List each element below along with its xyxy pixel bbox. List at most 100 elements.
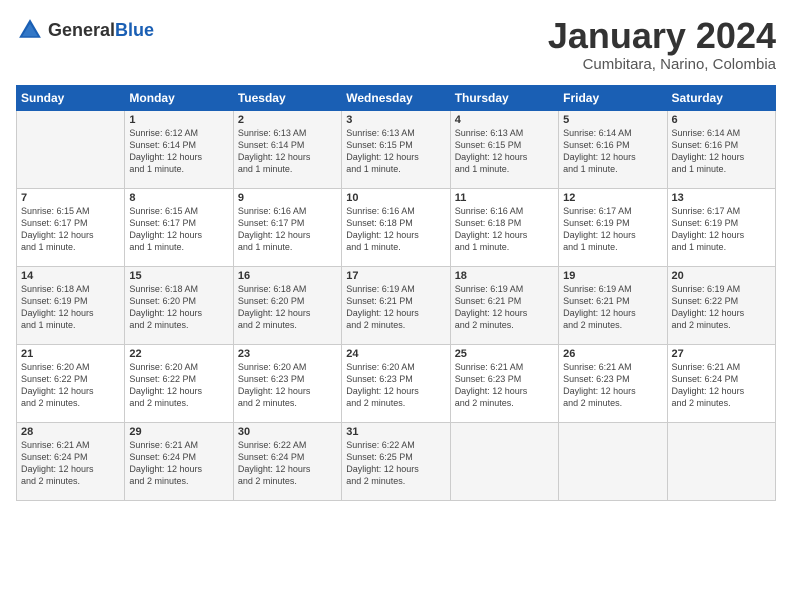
logo-icon [16, 16, 44, 44]
month-title: January 2024 [548, 16, 776, 56]
table-row: 8Sunrise: 6:15 AMSunset: 6:17 PMDaylight… [125, 188, 233, 266]
page-container: GeneralBlue January 2024 Cumbitara, Nari… [0, 0, 792, 511]
day-info: Sunrise: 6:21 AMSunset: 6:23 PMDaylight:… [455, 361, 554, 410]
calendar-week-row: 1Sunrise: 6:12 AMSunset: 6:14 PMDaylight… [17, 110, 776, 188]
header-thursday: Thursday [450, 85, 558, 110]
table-row: 27Sunrise: 6:21 AMSunset: 6:24 PMDayligh… [667, 344, 775, 422]
day-info: Sunrise: 6:19 AMSunset: 6:21 PMDaylight:… [563, 283, 662, 332]
table-row: 4Sunrise: 6:13 AMSunset: 6:15 PMDaylight… [450, 110, 558, 188]
header: GeneralBlue January 2024 Cumbitara, Nari… [16, 16, 776, 73]
calendar-week-row: 14Sunrise: 6:18 AMSunset: 6:19 PMDayligh… [17, 266, 776, 344]
day-info: Sunrise: 6:20 AMSunset: 6:23 PMDaylight:… [238, 361, 337, 410]
table-row: 18Sunrise: 6:19 AMSunset: 6:21 PMDayligh… [450, 266, 558, 344]
day-number: 29 [129, 426, 228, 438]
logo-blue-text: Blue [115, 20, 154, 40]
table-row: 25Sunrise: 6:21 AMSunset: 6:23 PMDayligh… [450, 344, 558, 422]
table-row: 11Sunrise: 6:16 AMSunset: 6:18 PMDayligh… [450, 188, 558, 266]
header-sunday: Sunday [17, 85, 125, 110]
day-info: Sunrise: 6:16 AMSunset: 6:17 PMDaylight:… [238, 205, 337, 254]
table-row: 19Sunrise: 6:19 AMSunset: 6:21 PMDayligh… [559, 266, 667, 344]
table-row: 30Sunrise: 6:22 AMSunset: 6:24 PMDayligh… [233, 422, 341, 500]
day-info: Sunrise: 6:13 AMSunset: 6:15 PMDaylight:… [455, 127, 554, 176]
calendar-week-row: 21Sunrise: 6:20 AMSunset: 6:22 PMDayligh… [17, 344, 776, 422]
header-friday: Friday [559, 85, 667, 110]
day-number: 22 [129, 348, 228, 360]
day-number: 14 [21, 270, 120, 282]
title-block: January 2024 Cumbitara, Narino, Colombia [548, 16, 776, 73]
table-row: 31Sunrise: 6:22 AMSunset: 6:25 PMDayligh… [342, 422, 450, 500]
day-info: Sunrise: 6:21 AMSunset: 6:24 PMDaylight:… [672, 361, 771, 410]
day-info: Sunrise: 6:22 AMSunset: 6:24 PMDaylight:… [238, 439, 337, 488]
table-row [559, 422, 667, 500]
day-number: 15 [129, 270, 228, 282]
day-number: 4 [455, 114, 554, 126]
table-row: 3Sunrise: 6:13 AMSunset: 6:15 PMDaylight… [342, 110, 450, 188]
day-number: 31 [346, 426, 445, 438]
day-info: Sunrise: 6:20 AMSunset: 6:22 PMDaylight:… [21, 361, 120, 410]
day-info: Sunrise: 6:14 AMSunset: 6:16 PMDaylight:… [563, 127, 662, 176]
table-row: 22Sunrise: 6:20 AMSunset: 6:22 PMDayligh… [125, 344, 233, 422]
table-row: 5Sunrise: 6:14 AMSunset: 6:16 PMDaylight… [559, 110, 667, 188]
day-info: Sunrise: 6:19 AMSunset: 6:22 PMDaylight:… [672, 283, 771, 332]
table-row: 29Sunrise: 6:21 AMSunset: 6:24 PMDayligh… [125, 422, 233, 500]
table-row: 26Sunrise: 6:21 AMSunset: 6:23 PMDayligh… [559, 344, 667, 422]
day-number: 10 [346, 192, 445, 204]
day-info: Sunrise: 6:19 AMSunset: 6:21 PMDaylight:… [346, 283, 445, 332]
day-number: 5 [563, 114, 662, 126]
table-row: 24Sunrise: 6:20 AMSunset: 6:23 PMDayligh… [342, 344, 450, 422]
table-row: 28Sunrise: 6:21 AMSunset: 6:24 PMDayligh… [17, 422, 125, 500]
day-number: 11 [455, 192, 554, 204]
table-row: 10Sunrise: 6:16 AMSunset: 6:18 PMDayligh… [342, 188, 450, 266]
table-row: 12Sunrise: 6:17 AMSunset: 6:19 PMDayligh… [559, 188, 667, 266]
location-subtitle: Cumbitara, Narino, Colombia [548, 56, 776, 73]
table-row: 17Sunrise: 6:19 AMSunset: 6:21 PMDayligh… [342, 266, 450, 344]
day-info: Sunrise: 6:13 AMSunset: 6:14 PMDaylight:… [238, 127, 337, 176]
day-number: 8 [129, 192, 228, 204]
day-info: Sunrise: 6:21 AMSunset: 6:24 PMDaylight:… [129, 439, 228, 488]
day-number: 23 [238, 348, 337, 360]
table-row: 7Sunrise: 6:15 AMSunset: 6:17 PMDaylight… [17, 188, 125, 266]
day-number: 20 [672, 270, 771, 282]
logo-general-text: General [48, 20, 115, 40]
day-info: Sunrise: 6:21 AMSunset: 6:24 PMDaylight:… [21, 439, 120, 488]
header-tuesday: Tuesday [233, 85, 341, 110]
day-info: Sunrise: 6:18 AMSunset: 6:20 PMDaylight:… [238, 283, 337, 332]
day-number: 1 [129, 114, 228, 126]
table-row [450, 422, 558, 500]
day-number: 12 [563, 192, 662, 204]
table-row [667, 422, 775, 500]
day-info: Sunrise: 6:18 AMSunset: 6:20 PMDaylight:… [129, 283, 228, 332]
table-row: 13Sunrise: 6:17 AMSunset: 6:19 PMDayligh… [667, 188, 775, 266]
day-number: 16 [238, 270, 337, 282]
table-row: 20Sunrise: 6:19 AMSunset: 6:22 PMDayligh… [667, 266, 775, 344]
table-row: 9Sunrise: 6:16 AMSunset: 6:17 PMDaylight… [233, 188, 341, 266]
calendar-table: Sunday Monday Tuesday Wednesday Thursday… [16, 85, 776, 501]
day-number: 21 [21, 348, 120, 360]
day-number: 25 [455, 348, 554, 360]
table-row: 23Sunrise: 6:20 AMSunset: 6:23 PMDayligh… [233, 344, 341, 422]
day-number: 6 [672, 114, 771, 126]
day-number: 28 [21, 426, 120, 438]
header-monday: Monday [125, 85, 233, 110]
table-row: 14Sunrise: 6:18 AMSunset: 6:19 PMDayligh… [17, 266, 125, 344]
day-info: Sunrise: 6:16 AMSunset: 6:18 PMDaylight:… [455, 205, 554, 254]
day-info: Sunrise: 6:20 AMSunset: 6:23 PMDaylight:… [346, 361, 445, 410]
day-info: Sunrise: 6:17 AMSunset: 6:19 PMDaylight:… [563, 205, 662, 254]
day-number: 19 [563, 270, 662, 282]
day-number: 27 [672, 348, 771, 360]
day-number: 24 [346, 348, 445, 360]
table-row: 2Sunrise: 6:13 AMSunset: 6:14 PMDaylight… [233, 110, 341, 188]
day-number: 13 [672, 192, 771, 204]
day-number: 18 [455, 270, 554, 282]
calendar-week-row: 7Sunrise: 6:15 AMSunset: 6:17 PMDaylight… [17, 188, 776, 266]
day-info: Sunrise: 6:15 AMSunset: 6:17 PMDaylight:… [21, 205, 120, 254]
day-number: 7 [21, 192, 120, 204]
day-info: Sunrise: 6:12 AMSunset: 6:14 PMDaylight:… [129, 127, 228, 176]
day-info: Sunrise: 6:14 AMSunset: 6:16 PMDaylight:… [672, 127, 771, 176]
day-info: Sunrise: 6:13 AMSunset: 6:15 PMDaylight:… [346, 127, 445, 176]
day-info: Sunrise: 6:18 AMSunset: 6:19 PMDaylight:… [21, 283, 120, 332]
day-number: 9 [238, 192, 337, 204]
table-row: 15Sunrise: 6:18 AMSunset: 6:20 PMDayligh… [125, 266, 233, 344]
calendar-week-row: 28Sunrise: 6:21 AMSunset: 6:24 PMDayligh… [17, 422, 776, 500]
day-number: 30 [238, 426, 337, 438]
